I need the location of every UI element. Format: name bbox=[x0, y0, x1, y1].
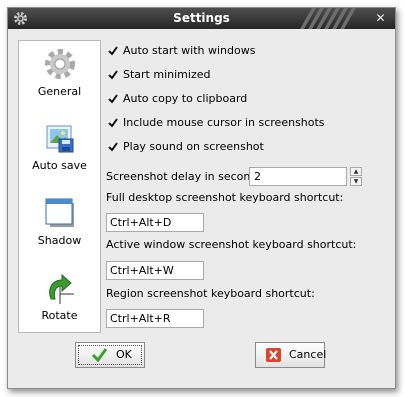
spin-down-icon[interactable]: ▼ bbox=[350, 177, 362, 186]
sidebar-item-shadow[interactable]: Shadow bbox=[19, 196, 100, 247]
region-shortcut-label: Region screenshot keyboard shortcut: bbox=[106, 287, 315, 300]
checkmark-icon bbox=[108, 46, 118, 56]
sidebar-item-rotate[interactable]: Rotate bbox=[19, 271, 100, 322]
cancel-button[interactable]: Cancel bbox=[255, 342, 327, 368]
active-window-shortcut-field[interactable]: Ctrl+Alt+W bbox=[106, 261, 204, 280]
checkmark-icon bbox=[108, 70, 118, 80]
title-bar[interactable]: Settings ✕ bbox=[8, 8, 395, 29]
settings-window: Settings ✕ General Auto save Shadow Rota… bbox=[7, 7, 396, 389]
sidebar-item-auto-save[interactable]: Auto save bbox=[19, 121, 100, 172]
checkbox-label: Auto copy to clipboard bbox=[123, 92, 248, 105]
settings-sidebar: General Auto save Shadow Rotate bbox=[18, 40, 101, 333]
ok-button[interactable]: OK bbox=[75, 342, 145, 368]
close-icon[interactable]: ✕ bbox=[372, 10, 389, 27]
window-shadow-icon bbox=[45, 198, 74, 227]
ok-button-label: OK bbox=[116, 348, 132, 361]
gear-icon bbox=[44, 49, 75, 79]
region-shortcut-field[interactable]: Ctrl+Alt+R bbox=[106, 309, 204, 328]
full-desktop-shortcut-label: Full desktop screenshot keyboard shortcu… bbox=[106, 191, 344, 204]
checkbox-label: Play sound on screenshot bbox=[123, 140, 264, 153]
spin-up-icon[interactable]: ▲ bbox=[350, 167, 362, 176]
delay-input[interactable]: 2 bbox=[249, 167, 347, 186]
checkbox-label: Include mouse cursor in screenshots bbox=[123, 116, 325, 129]
checkmark-icon bbox=[92, 348, 107, 362]
sidebar-item-label: General bbox=[37, 85, 82, 98]
cancel-x-icon bbox=[266, 348, 281, 362]
checkmark-icon bbox=[108, 94, 118, 104]
rotate-arrow-icon bbox=[48, 273, 74, 304]
sidebar-item-general[interactable]: General bbox=[19, 47, 100, 98]
checkbox-label: Auto start with windows bbox=[123, 44, 256, 57]
cancel-button-label: Cancel bbox=[289, 348, 327, 361]
sidebar-item-label: Rotate bbox=[41, 309, 78, 322]
checkmark-icon bbox=[108, 118, 118, 128]
delay-label: Screenshot delay in seconds: bbox=[106, 170, 267, 183]
image-save-icon bbox=[46, 125, 73, 153]
sidebar-item-label: Shadow bbox=[37, 234, 82, 247]
titlebar-decoration bbox=[300, 8, 356, 29]
checkmark-icon bbox=[108, 142, 118, 152]
full-desktop-shortcut-field[interactable]: Ctrl+Alt+D bbox=[106, 213, 204, 232]
checkbox-label: Start minimized bbox=[123, 68, 211, 81]
sidebar-item-label: Auto save bbox=[32, 159, 87, 172]
delay-spinner[interactable]: ▲ ▼ bbox=[350, 167, 362, 186]
active-window-shortcut-label: Active window screenshot keyboard shortc… bbox=[106, 238, 357, 251]
